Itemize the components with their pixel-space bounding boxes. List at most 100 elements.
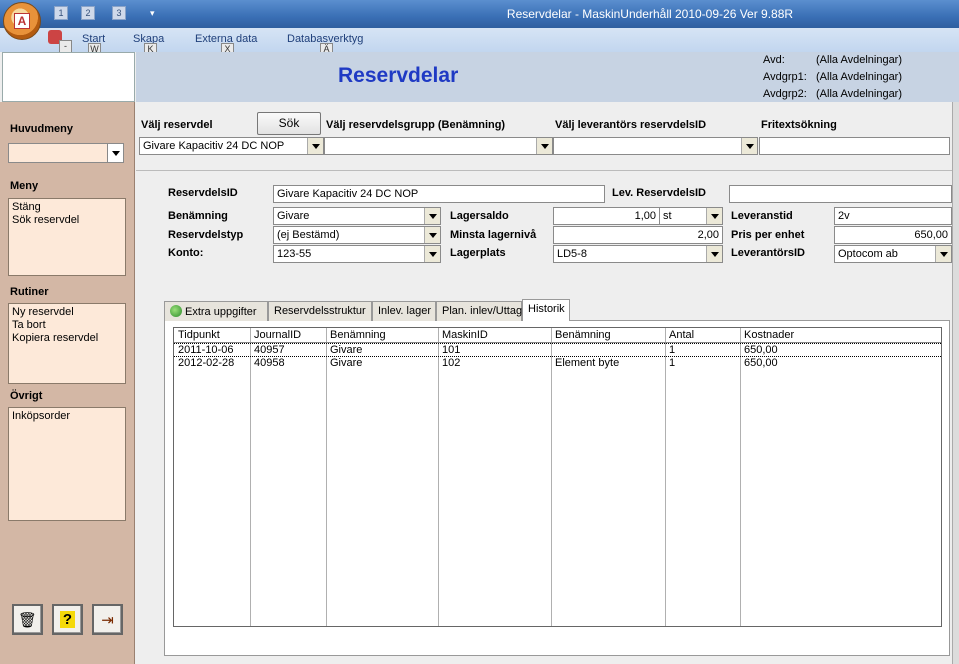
cell-maskinid: 102	[442, 357, 461, 369]
quick-access-redo[interactable]: 3	[112, 6, 126, 20]
menu-item-stang[interactable]: Stäng	[12, 201, 122, 214]
rutin-item-ta-bort[interactable]: Ta bort	[12, 319, 122, 332]
column-header-kostnader[interactable]: Kostnader	[744, 329, 794, 341]
column-header-journalid[interactable]: JournalID	[254, 329, 301, 341]
lagersaldo-unit: st	[663, 210, 672, 222]
benamning-label: Benämning	[168, 210, 228, 222]
chevron-down-icon[interactable]	[424, 227, 440, 243]
column-header-maskinid[interactable]: MaskinID	[442, 329, 488, 341]
lagerplats-combo[interactable]: LD5-8	[553, 245, 723, 263]
chevron-down-icon[interactable]	[424, 246, 440, 262]
question-icon: ?	[59, 611, 76, 628]
chevron-down-icon[interactable]	[536, 138, 552, 154]
leveranstid-field[interactable]: 2v	[834, 207, 952, 225]
rutiner-label: Rutiner	[10, 286, 49, 298]
quick-access-save[interactable]: 1	[54, 6, 68, 20]
chevron-down-icon[interactable]	[741, 138, 757, 154]
window-title: Reservdelar - MaskinUnderhåll 2010-09-26…	[506, 7, 794, 21]
cell-benamning-2: Element byte	[555, 357, 620, 369]
ovrigt-list: Inköpsorder	[8, 407, 126, 521]
leveranstid-label: Leveranstid	[731, 210, 793, 222]
fritext-input[interactable]	[759, 137, 950, 155]
pris-per-enhet-label: Pris per enhet	[731, 229, 805, 241]
help-button[interactable]: ?	[52, 604, 83, 635]
tab-reservdelsstruktur[interactable]: Reservdelsstruktur	[268, 301, 372, 321]
table-row[interactable]: 2012-02-28 40958 Givare 102 Element byte…	[174, 357, 941, 371]
cell-benamning: Givare	[330, 344, 363, 356]
benamning-combo[interactable]: Givare	[273, 207, 441, 225]
column-divider	[665, 328, 666, 626]
avdgrp1-label: Avdgrp1:	[763, 71, 807, 83]
valj-reservdel-value: Givare Kapacitiv 24 DC NOP	[143, 140, 285, 152]
office-button[interactable]: A	[3, 2, 41, 40]
exit-icon: ⇥	[101, 611, 114, 629]
reservdelsid-label: ReservdelsID	[168, 187, 238, 199]
table-row[interactable]: 2011-10-06 40957 Givare 101 1 650,00	[174, 343, 941, 357]
avdgrp2-label: Avdgrp2:	[763, 88, 807, 100]
column-divider	[551, 328, 552, 626]
ovrigt-item-inkopsorder[interactable]: Inköpsorder	[12, 410, 122, 423]
cell-kostnader: 650,00	[744, 357, 778, 369]
cell-journalid: 40958	[254, 357, 285, 369]
lagersaldo-unit-combo[interactable]: st	[659, 207, 723, 225]
rutin-item-ny-reservdel[interactable]: Ny reservdel	[12, 306, 122, 319]
exit-button[interactable]: ⇥	[92, 604, 123, 635]
customize-toolbar-icon[interactable]: ▾	[150, 8, 155, 19]
cell-journalid: 40957	[254, 344, 285, 356]
header-logo-area	[2, 52, 135, 102]
benamning-value: Givare	[277, 210, 310, 222]
rutiner-list: Ny reservdel Ta bort Kopiera reservdel	[8, 303, 126, 384]
leverantorsid-combo[interactable]: Optocom ab	[834, 245, 952, 263]
lev-reservdelsid-field[interactable]	[729, 185, 952, 203]
trash-icon: 🗑	[17, 611, 38, 629]
minsta-lagerniva-label: Minsta lagernivå	[450, 229, 537, 241]
rutin-item-kopiera[interactable]: Kopiera reservdel	[12, 332, 122, 345]
leverantor-combo[interactable]	[553, 137, 758, 155]
sok-button[interactable]: Sök	[257, 112, 321, 135]
tab-extra-uppgifter[interactable]: Extra uppgifter	[164, 301, 268, 321]
konto-combo[interactable]: 123-55	[273, 245, 441, 263]
chevron-down-icon[interactable]	[107, 144, 123, 162]
scrollbar[interactable]	[952, 102, 959, 664]
column-header-benamning[interactable]: Benämning	[330, 329, 386, 341]
chevron-down-icon[interactable]	[706, 208, 722, 224]
tab-inlev-lager[interactable]: Inlev. lager	[372, 301, 436, 321]
column-header-tidpunkt[interactable]: Tidpunkt	[178, 329, 220, 341]
huvudmeny-combo[interactable]	[8, 143, 124, 163]
cell-antal: 1	[669, 357, 676, 369]
chevron-down-icon[interactable]	[935, 246, 951, 262]
avdgrp1-value: (Alla Avdelningar)	[816, 71, 903, 83]
reservdelstyp-value: (ej Bestämd)	[277, 229, 340, 241]
valj-reservdel-combo[interactable]: Givare Kapacitiv 24 DC NOP	[139, 137, 324, 155]
reservdelstyp-combo[interactable]: (ej Bestämd)	[273, 226, 441, 244]
cell-benamning: Givare	[330, 357, 363, 369]
minsta-lagerniva-field[interactable]: 2,00	[553, 226, 723, 244]
lagersaldo-label: Lagersaldo	[450, 210, 509, 222]
chevron-down-icon[interactable]	[307, 138, 323, 154]
column-header-benamning-2[interactable]: Benämning	[555, 329, 611, 341]
pris-per-enhet-field[interactable]: 650,00	[834, 226, 952, 244]
tab-label: Extra uppgifter	[185, 306, 257, 318]
tab-plan-inlev-uttag[interactable]: Plan. inlev/Uttag	[436, 301, 522, 321]
column-header-antal[interactable]: Antal	[669, 329, 694, 341]
meny-list: Stäng Sök reservdel	[8, 198, 126, 276]
reservdelsgrupp-label: Välj reservdelsgrupp (Benämning)	[326, 119, 506, 131]
cell-tidpunkt: 2012-02-28	[178, 357, 235, 369]
leverantorsid-label: LeverantörsID	[731, 247, 805, 259]
menu-item-sok-reservdel[interactable]: Sök reservdel	[12, 214, 122, 227]
lagerplats-label: Lagerplats	[450, 247, 506, 259]
avd-value: (Alla Avdelningar)	[816, 54, 903, 66]
divider	[136, 170, 959, 171]
lagerplats-value: LD5-8	[557, 248, 587, 260]
tab-historik[interactable]: Historik	[522, 299, 570, 321]
meny-label: Meny	[10, 180, 39, 192]
lagersaldo-field[interactable]: 1,00	[553, 207, 660, 225]
quick-access-undo[interactable]: 2	[81, 6, 95, 20]
chevron-down-icon[interactable]	[424, 208, 440, 224]
chevron-down-icon[interactable]	[706, 246, 722, 262]
delete-button[interactable]: 🗑	[12, 604, 43, 635]
reservdelsgrupp-combo[interactable]	[324, 137, 553, 155]
reservdelsid-field[interactable]: Givare Kapacitiv 24 DC NOP	[273, 185, 605, 203]
valj-reservdel-label: Välj reservdel	[141, 119, 213, 131]
avd-label: Avd:	[763, 54, 785, 66]
